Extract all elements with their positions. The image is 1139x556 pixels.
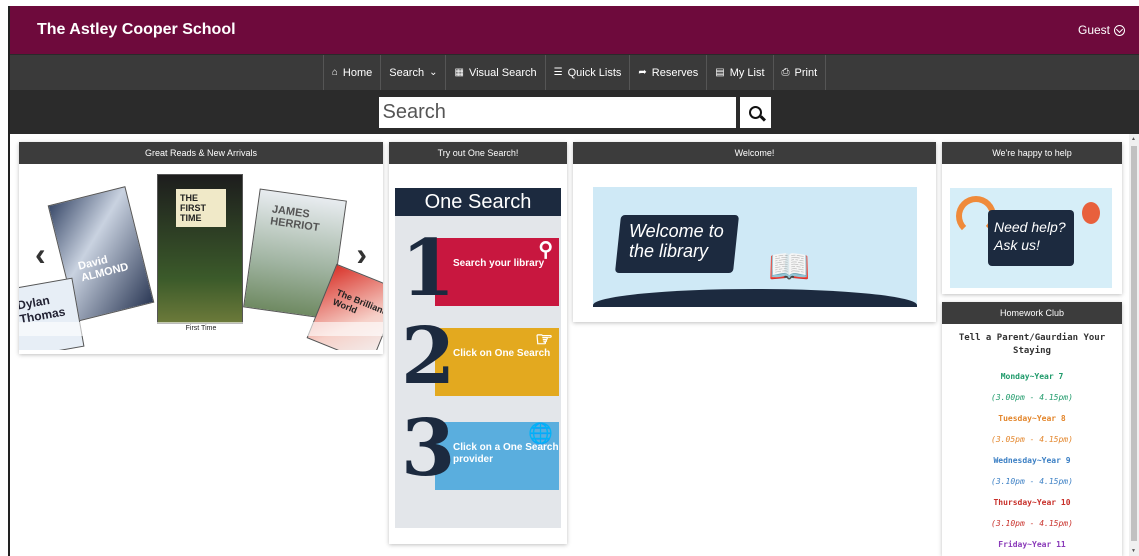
main-nav: ⌂ Home Search ⌄ ▦ Visual Search ☰ Quick … [10, 54, 1139, 90]
book-cover[interactable]: THE FIRST TIME [157, 174, 243, 324]
content: Great Reads & New Arrivals David ALMOND … [10, 134, 1139, 556]
homework-intro: Tell a Parent/Gaurdian Your Staying [958, 333, 1106, 356]
globe-icon: 🌐 [528, 423, 553, 445]
nav-reserves-label: Reserves [651, 66, 699, 79]
monday-line: Monday~Year 7 [1000, 372, 1064, 381]
book-title: JAMES HERRIOT [269, 203, 321, 235]
one-search-heading: One Search [395, 188, 561, 216]
search-input[interactable] [378, 96, 736, 128]
help-text: Need help? Ask us! [994, 219, 1066, 253]
help-banner[interactable]: Need help? Ask us! [950, 188, 1112, 288]
monday-time: (3.00pm - 4.15pm) [991, 393, 1073, 402]
one-search-panel: Try out One Search! One Search Search yo… [389, 142, 567, 544]
welcome-panel: Welcome! Welcome to the library 📖 [573, 142, 936, 322]
scroll-thumb[interactable] [1131, 146, 1137, 541]
great-reads-title: Great Reads & New Arrivals [19, 142, 383, 164]
page: The Astley Cooper School Guest ⌂ Home Se… [10, 6, 1139, 556]
step-one-number: 1 [401, 223, 456, 314]
nav-reserves[interactable]: ➦ Reserves [629, 55, 706, 90]
page-scrollbar[interactable]: ▲ ▼ [1129, 134, 1139, 556]
share-arrow-icon: ➦ [638, 67, 647, 78]
scroll-up-icon[interactable]: ▲ [1131, 136, 1136, 142]
nav-home[interactable]: ⌂ Home [322, 55, 380, 90]
help-panel: We're happy to help Need help? Ask us! [942, 142, 1122, 294]
tuesday-time: (3.05pm - 4.15pm) [991, 435, 1073, 444]
scroll-down-icon[interactable]: ▼ [1131, 548, 1136, 554]
step-two-number: 2 [401, 311, 456, 402]
welcome-ground [593, 289, 917, 307]
nav-visual-search-label: Visual Search [468, 66, 537, 79]
list-icon: ☰ [553, 67, 563, 78]
welcome-banner[interactable]: Welcome to the library 📖 [593, 187, 917, 307]
search-bar [10, 90, 1139, 134]
chevron-left-icon[interactable]: ‹ [35, 236, 46, 273]
guest-label: Guest [1077, 23, 1110, 37]
thursday-time: (3.10pm - 4.15pm) [991, 519, 1073, 528]
grid-icon: ▦ [454, 67, 464, 78]
homework-title: Homework Club [942, 302, 1122, 324]
left-edge [0, 0, 10, 556]
home-icon: ⌂ [331, 67, 338, 78]
print-icon: ⎙ [781, 67, 790, 78]
book-title: Dylan Thomas [19, 292, 67, 327]
nav-home-label: Home [342, 66, 373, 79]
nav-my-list[interactable]: ▤ My List [706, 55, 772, 90]
step-three-text: Click on a One Search provider [453, 442, 559, 465]
search-icon [748, 105, 762, 119]
welcome-text: Welcome to the library [629, 221, 724, 261]
one-search-title: Try out One Search! [389, 142, 567, 164]
list-card-icon: ▤ [715, 67, 725, 78]
great-reads-panel: Great Reads & New Arrivals David ALMOND … [19, 142, 383, 354]
chevron-down-icon: ⌄ [429, 67, 438, 78]
open-book-icon: 📖 [768, 248, 811, 286]
book-title: David ALMOND [76, 253, 130, 285]
nav-my-list-label: My List [729, 66, 765, 79]
book-title: THE FIRST TIME [180, 193, 206, 223]
nav-quick-lists[interactable]: ☰ Quick Lists [544, 55, 630, 90]
step-three-number: 3 [401, 403, 456, 494]
nav-print-label: Print [794, 66, 818, 79]
magnifier-icon: ⚲ [538, 239, 553, 261]
pointer-icon: ☞ [535, 329, 553, 351]
book-carousel[interactable]: David ALMOND THE FIRST TIME JAMES HERRIO… [19, 164, 383, 350]
wednesday-time: (3.10pm - 4.15pm) [991, 477, 1073, 486]
tuesday-line: Tuesday~Year 8 [998, 414, 1066, 423]
top-bar: The Astley Cooper School Guest [10, 6, 1139, 54]
nav-search-label: Search [389, 66, 425, 79]
welcome-title: Welcome! [573, 142, 936, 164]
chevron-circle-icon [1114, 24, 1125, 36]
balloon-icon [1082, 202, 1100, 224]
nav-search[interactable]: Search ⌄ [380, 55, 445, 90]
carousel-caption: First Time [19, 322, 383, 336]
wednesday-line: Wednesday~Year 9 [993, 456, 1071, 465]
guest-menu[interactable]: Guest [1078, 23, 1125, 37]
book-title-box: THE FIRST TIME [176, 189, 226, 227]
friday-line: Friday~Year 11 [998, 540, 1066, 549]
nav-quick-lists-label: Quick Lists [567, 66, 622, 79]
help-title: We're happy to help [942, 142, 1122, 164]
search-button[interactable] [739, 96, 771, 128]
homework-panel: Homework Club Tell a Parent/Gaurdian You… [942, 302, 1122, 556]
school-name[interactable]: The Astley Cooper School [37, 21, 236, 39]
nav-print[interactable]: ⎙ Print [772, 55, 827, 90]
thursday-line: Thursday~Year 10 [993, 498, 1071, 507]
homework-body: Tell a Parent/Gaurdian Your Staying Mond… [942, 324, 1122, 556]
nav-visual-search[interactable]: ▦ Visual Search [445, 55, 544, 90]
step-one-text: Search your library [453, 258, 545, 269]
chevron-right-icon[interactable]: › [356, 236, 367, 273]
